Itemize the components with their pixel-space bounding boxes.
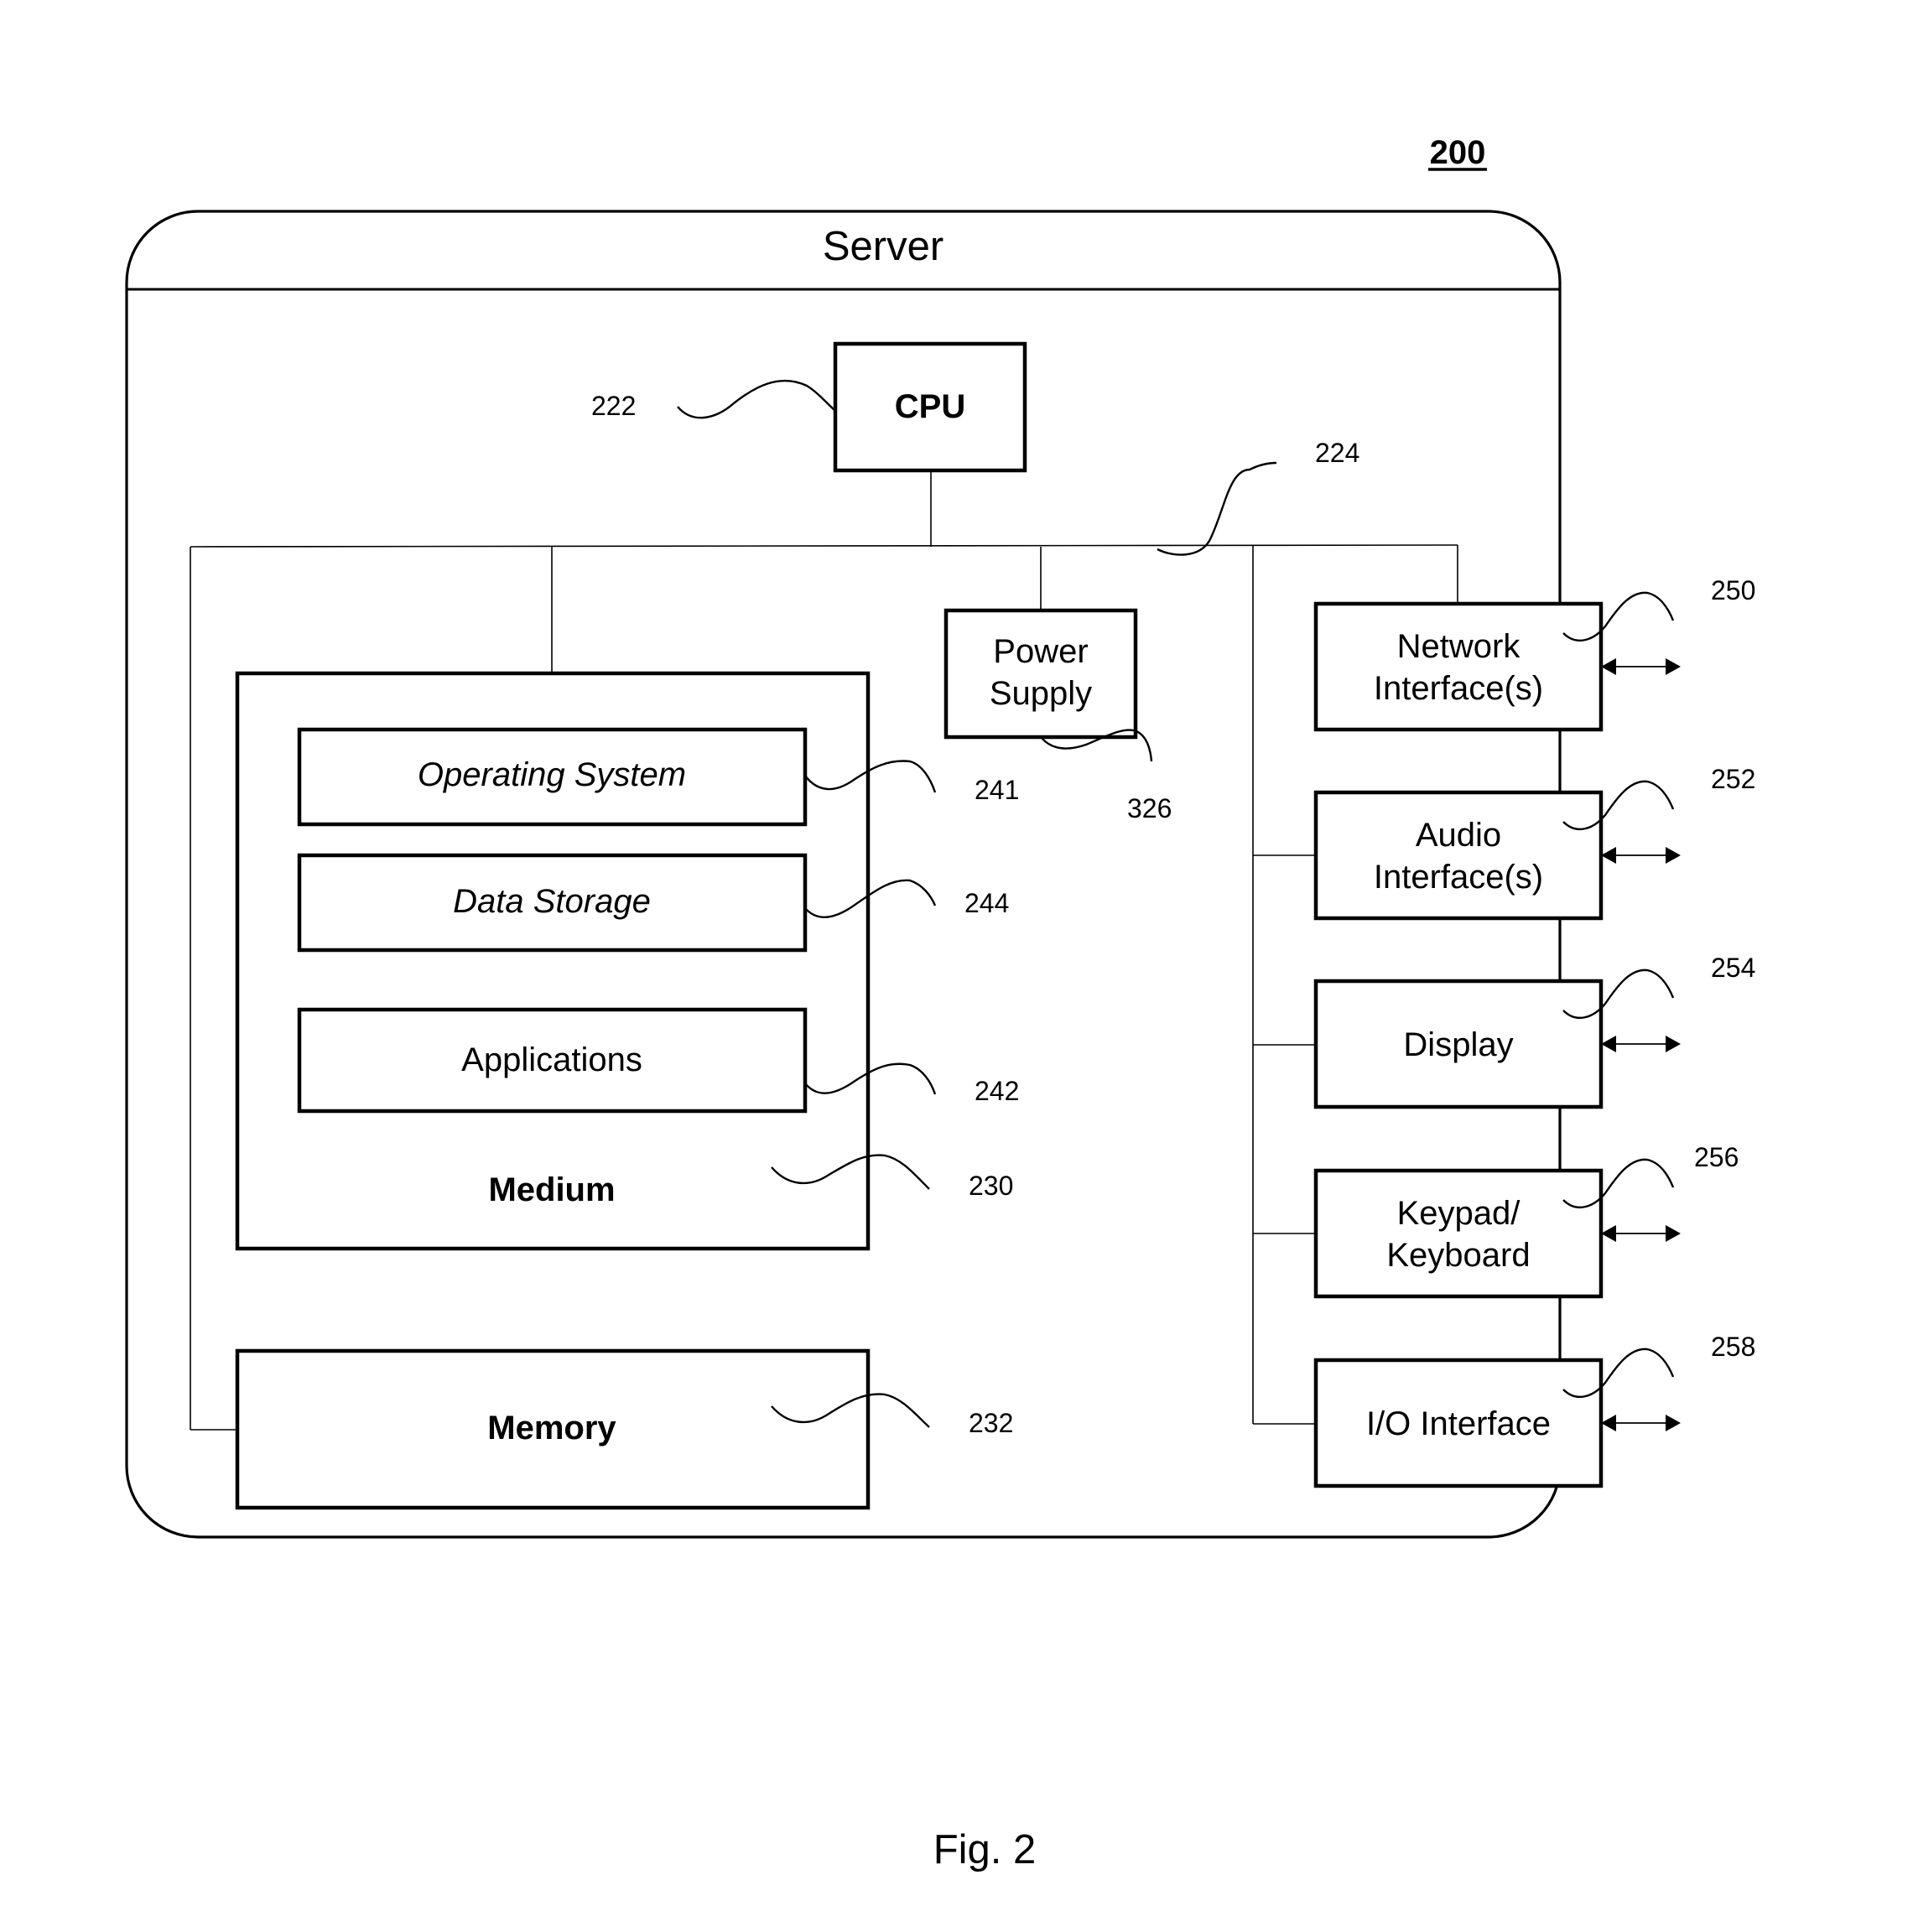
arrow-left-icon bbox=[1601, 658, 1616, 675]
arrow-right-icon bbox=[1666, 1415, 1681, 1431]
figure-caption: Fig. 2 bbox=[933, 1827, 1037, 1872]
operating-system-block: Operating System bbox=[297, 727, 808, 827]
network-interface-label-line-1: Network bbox=[1397, 628, 1521, 665]
ref-244: 244 bbox=[964, 888, 1009, 918]
ref-241: 241 bbox=[975, 775, 1019, 805]
ref-222: 222 bbox=[591, 391, 636, 421]
memory-label: Memory bbox=[487, 1410, 616, 1446]
keypad-keyboard-label-line-2: Keyboard bbox=[1386, 1237, 1530, 1274]
ref-250: 250 bbox=[1711, 575, 1755, 605]
network-interface-box bbox=[1313, 601, 1604, 732]
operating-system-label: Operating System bbox=[418, 756, 686, 793]
medium-label: Medium bbox=[488, 1171, 615, 1208]
ref-224: 224 bbox=[1315, 438, 1359, 468]
arrow-left-icon bbox=[1601, 1415, 1616, 1431]
audio-interface-label-line-1: Audio bbox=[1416, 817, 1501, 854]
power-supply-label-line-2: Supply bbox=[990, 675, 1092, 712]
audio-interface-label-line-2: Interface(s) bbox=[1374, 859, 1543, 896]
arrow-left-icon bbox=[1601, 1036, 1616, 1052]
arrow-left-icon bbox=[1601, 847, 1616, 864]
arrow-right-icon bbox=[1666, 847, 1681, 864]
arrow-right-icon bbox=[1666, 1036, 1681, 1052]
arrow-right-icon bbox=[1666, 658, 1681, 675]
ref-258: 258 bbox=[1711, 1332, 1755, 1362]
arrow-left-icon bbox=[1601, 1225, 1616, 1242]
keypad-keyboard-label-line-1: Keypad/ bbox=[1397, 1195, 1521, 1232]
ref-252: 252 bbox=[1711, 764, 1755, 794]
ref-242: 242 bbox=[975, 1076, 1019, 1106]
display-label-line-1: Display bbox=[1403, 1026, 1513, 1063]
power-supply-block: Power Supply bbox=[944, 608, 1138, 740]
arrow-right-icon bbox=[1666, 1225, 1681, 1242]
figure-reference-number: 200 bbox=[1430, 134, 1486, 171]
power-supply-label-line-1: Power bbox=[993, 633, 1088, 670]
memory-block: Memory bbox=[235, 1348, 871, 1510]
ref-256: 256 bbox=[1694, 1142, 1739, 1172]
data-storage-label: Data Storage bbox=[453, 883, 651, 920]
ref-230: 230 bbox=[969, 1171, 1013, 1201]
ref-326: 326 bbox=[1127, 793, 1172, 823]
data-storage-block: Data Storage bbox=[297, 853, 808, 953]
cpu-label: CPU bbox=[895, 388, 965, 425]
keypad-keyboard-box bbox=[1313, 1168, 1604, 1299]
applications-label: Applications bbox=[461, 1041, 642, 1078]
io-interface-label-line-1: I/O Interface bbox=[1366, 1405, 1551, 1442]
applications-block: Applications bbox=[297, 1007, 808, 1114]
audio-interface-box bbox=[1313, 790, 1604, 921]
cpu-block: CPU bbox=[833, 341, 1027, 473]
server-block-diagram: 200 Server 224 CPU 222 Power Supply 326 … bbox=[125, 134, 1755, 1872]
network-interface-label-line-2: Interface(s) bbox=[1374, 670, 1543, 707]
ref-232: 232 bbox=[969, 1408, 1013, 1438]
ref-254: 254 bbox=[1711, 953, 1755, 983]
server-title: Server bbox=[823, 224, 944, 269]
